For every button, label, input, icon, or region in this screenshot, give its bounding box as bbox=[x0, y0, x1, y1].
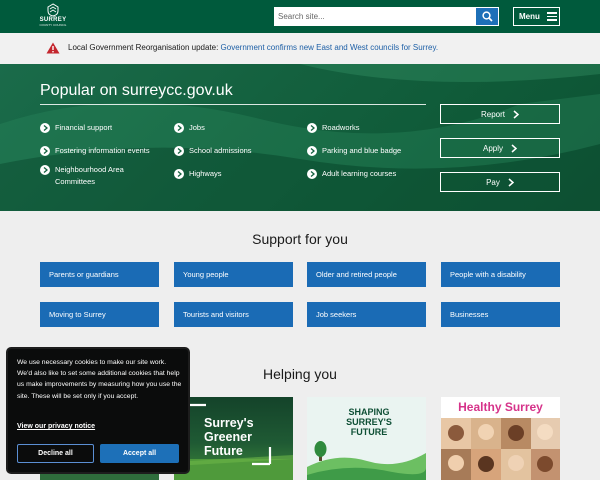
popular-link-roadworks[interactable]: Roadworks bbox=[307, 122, 360, 133]
menu-button[interactable]: Menu bbox=[513, 7, 560, 26]
cookie-banner: We use necessary cookies to make our sit… bbox=[8, 349, 188, 472]
popular-link-label: Financial support bbox=[55, 123, 113, 132]
chevron-right-icon bbox=[174, 168, 184, 179]
popular-link-fostering[interactable]: Fostering information events bbox=[40, 145, 150, 156]
chevron-right-icon bbox=[508, 177, 514, 187]
search-icon bbox=[481, 11, 493, 22]
chevron-right-icon bbox=[40, 122, 50, 133]
site-search bbox=[274, 7, 499, 26]
report-button[interactable]: Report bbox=[440, 104, 560, 124]
chevron-right-icon bbox=[174, 145, 184, 156]
greener-future-title: Surrey's Greener Future bbox=[204, 416, 254, 458]
popular-link-label: Fostering information events bbox=[55, 146, 150, 155]
tile-moving[interactable]: Moving to Surrey bbox=[40, 302, 159, 327]
shaping-future-title: SHAPING SURREY'S FUTURE bbox=[346, 407, 392, 437]
support-title: Support for you bbox=[252, 231, 348, 247]
chevron-right-icon bbox=[307, 168, 317, 179]
alert-banner: Local Government Reorganisation update: … bbox=[0, 33, 600, 64]
popular-link-school-admissions[interactable]: School admissions bbox=[174, 145, 252, 156]
alert-message: Local Government Reorganisation update: … bbox=[68, 43, 438, 52]
chevron-right-icon bbox=[511, 143, 517, 153]
apply-label: Apply bbox=[482, 143, 503, 153]
decline-all-button[interactable]: Decline all bbox=[17, 444, 94, 463]
site-header: SURREY COUNTY COUNCIL Menu bbox=[0, 0, 600, 33]
chevron-right-icon bbox=[307, 145, 317, 156]
popular-link-label: Adult learning courses bbox=[322, 169, 397, 178]
search-input[interactable] bbox=[274, 7, 475, 26]
tile-businesses[interactable]: Businesses bbox=[441, 302, 560, 327]
popular-link-highways[interactable]: Highways bbox=[174, 168, 222, 179]
tile-disability[interactable]: People with a disability bbox=[441, 262, 560, 287]
popular-link-label: Parking and blue badge bbox=[322, 146, 402, 155]
popular-link-jobs[interactable]: Jobs bbox=[174, 122, 205, 133]
apply-button[interactable]: Apply bbox=[440, 138, 560, 158]
cookie-message: We use necessary cookies to make our sit… bbox=[17, 359, 182, 400]
chevron-right-icon bbox=[40, 164, 50, 175]
popular-link-parking[interactable]: Parking and blue badge bbox=[307, 145, 401, 156]
alert-text: Local Government Reorganisation update: bbox=[68, 43, 221, 52]
popular-link-label: Highways bbox=[189, 169, 222, 178]
chevron-right-icon bbox=[174, 122, 184, 133]
card-shaping-future[interactable]: SHAPING SURREY'S FUTURE bbox=[307, 397, 426, 480]
tile-tourists[interactable]: Tourists and visitors bbox=[174, 302, 293, 327]
tile-job-seekers[interactable]: Job seekers bbox=[307, 302, 426, 327]
surrey-logo[interactable]: SURREY COUNTY COUNCIL bbox=[38, 3, 68, 31]
popular-link-label: Neighbourhood Area Committees bbox=[55, 165, 124, 186]
chevron-right-icon bbox=[307, 122, 317, 133]
pay-label: Pay bbox=[486, 177, 500, 187]
tile-older-people[interactable]: Older and retired people bbox=[307, 262, 426, 287]
healthy-surrey-title: Healthy Surrey bbox=[458, 400, 543, 414]
popular-link-neighbourhood[interactable]: Neighbourhood Area Committees bbox=[40, 164, 150, 188]
chevron-right-icon bbox=[513, 109, 519, 119]
people-collage-image bbox=[441, 418, 560, 480]
card-greener-future[interactable]: Surrey's Greener Future bbox=[174, 397, 293, 480]
menu-label: Menu bbox=[519, 12, 540, 21]
alert-link[interactable]: Government confirms new East and West co… bbox=[221, 43, 439, 52]
accept-all-button[interactable]: Accept all bbox=[100, 444, 179, 463]
tile-young-people[interactable]: Young people bbox=[174, 262, 293, 287]
search-button[interactable] bbox=[475, 7, 499, 26]
popular-link-label: Roadworks bbox=[322, 123, 360, 132]
crest-icon bbox=[47, 3, 59, 17]
tile-parents[interactable]: Parents or guardians bbox=[40, 262, 159, 287]
hamburger-icon bbox=[546, 10, 557, 23]
report-label: Report bbox=[480, 109, 505, 119]
popular-section: Popular on surreycc.gov.uk Financial sup… bbox=[0, 64, 600, 211]
privacy-notice-link[interactable]: View our privacy notice bbox=[17, 423, 95, 430]
pay-button[interactable]: Pay bbox=[440, 172, 560, 192]
logo-subtitle: COUNTY COUNCIL bbox=[39, 23, 67, 27]
popular-link-label: School admissions bbox=[189, 146, 252, 155]
popular-link-label: Jobs bbox=[189, 123, 205, 132]
divider bbox=[40, 104, 426, 105]
card-healthy-surrey[interactable]: Healthy Surrey bbox=[441, 397, 560, 480]
chevron-right-icon bbox=[40, 145, 50, 156]
popular-link-adult-learning[interactable]: Adult learning courses bbox=[307, 168, 396, 179]
popular-link-financial-support[interactable]: Financial support bbox=[40, 122, 112, 133]
popular-title: Popular on surreycc.gov.uk bbox=[40, 82, 233, 99]
warning-icon bbox=[46, 42, 60, 54]
